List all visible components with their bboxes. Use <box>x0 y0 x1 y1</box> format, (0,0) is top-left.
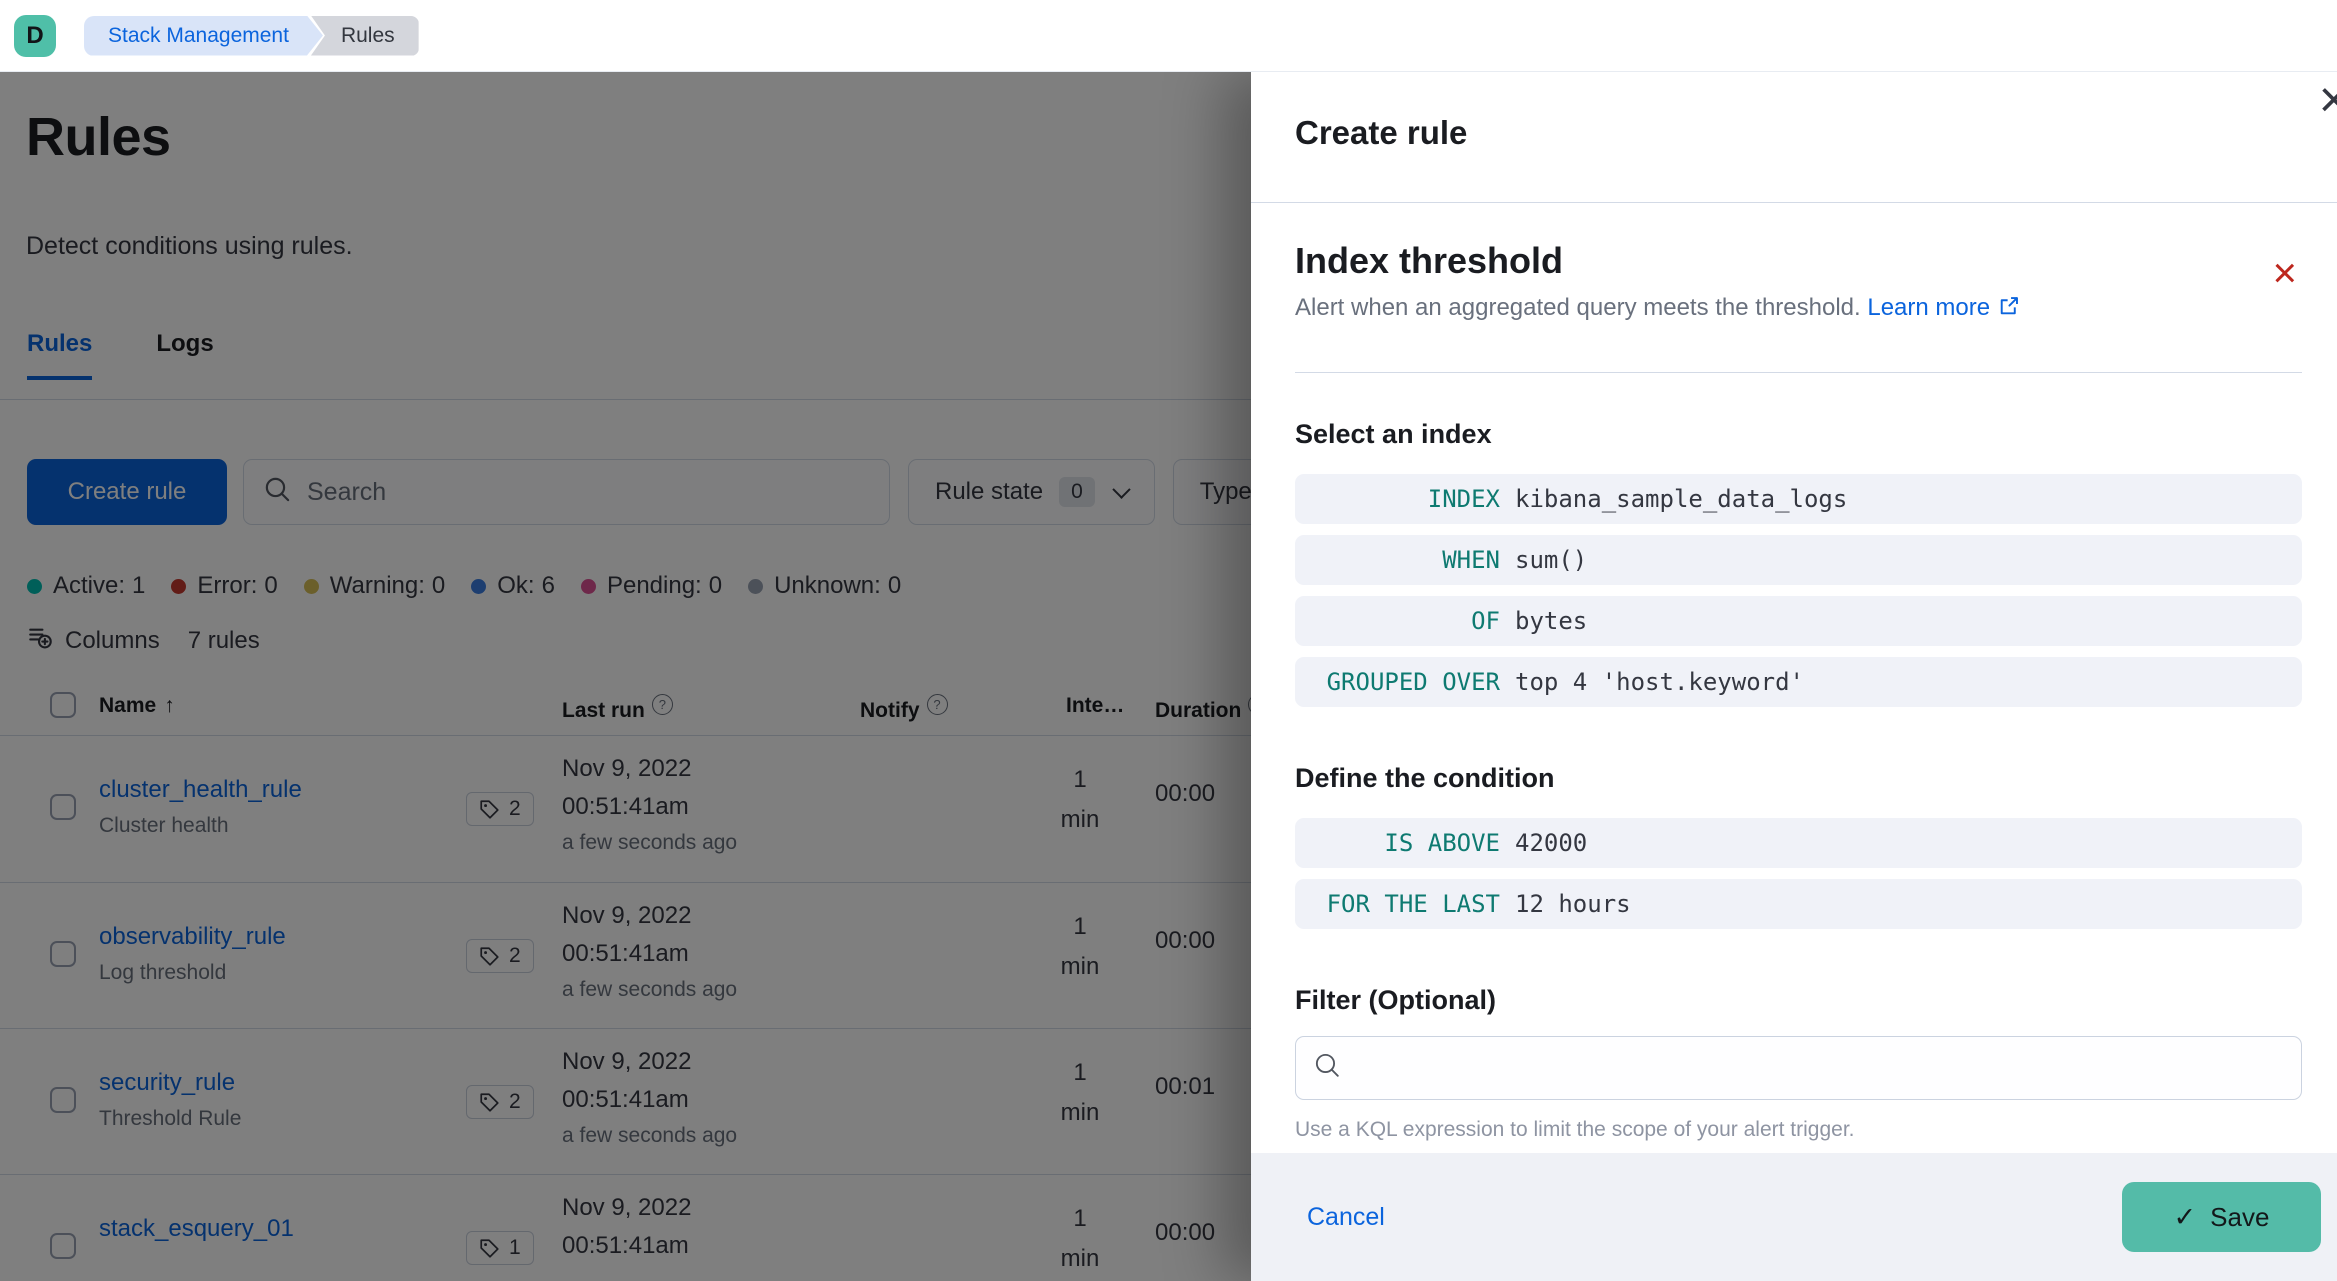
flyout-footer: Cancel ✓ Save <box>1251 1153 2337 1281</box>
check-icon: ✓ <box>2173 1201 2197 1232</box>
learn-more-link[interactable]: Learn more <box>1867 294 2020 321</box>
top-header: D Stack Management Rules <box>0 0 2337 72</box>
breadcrumb-stack-management[interactable]: Stack Management <box>84 16 323 56</box>
breadcrumb-rules: Rules <box>310 15 419 56</box>
select-index-heading: Select an index <box>1295 419 1492 449</box>
expression-when[interactable]: WHEN sum() <box>1295 535 2302 585</box>
kql-filter-input[interactable] <box>1295 1036 2302 1100</box>
condition-expression-list: IS ABOVE 42000 FOR THE LAST 12 hours <box>1295 818 2302 929</box>
rule-type-title: Index threshold <box>1295 240 1564 281</box>
flyout-close-button[interactable]: × <box>2319 74 2337 126</box>
expression-time-window[interactable]: FOR THE LAST 12 hours <box>1295 879 2302 929</box>
expression-threshold[interactable]: IS ABOVE 42000 <box>1295 818 2302 868</box>
flyout-header: Create rule <box>1251 72 2337 203</box>
filter-heading: Filter (Optional) <box>1295 985 1496 1015</box>
section-divider <box>1295 372 2302 373</box>
expression-index[interactable]: INDEX kibana_sample_data_logs <box>1295 474 2302 524</box>
expression-of[interactable]: OF bytes <box>1295 596 2302 646</box>
external-link-icon <box>1998 296 2020 323</box>
space-avatar[interactable]: D <box>14 14 56 57</box>
avatar-initial: D <box>26 21 44 49</box>
search-icon <box>1314 1052 1341 1084</box>
expression-grouped-over[interactable]: GROUPED OVER top 4 'host.keyword' <box>1295 657 2302 707</box>
index-expression-list: INDEX kibana_sample_data_logs WHEN sum() O… <box>1295 474 2302 707</box>
flyout-body: Index threshold × Alert when an aggregat… <box>1251 204 2337 1153</box>
create-rule-flyout: × Create rule Index threshold × Alert wh… <box>1251 72 2337 1281</box>
rule-type-description: Alert when an aggregated query meets the… <box>1295 294 2302 324</box>
define-condition-heading: Define the condition <box>1295 763 1555 793</box>
filter-help-text: Use a KQL expression to limit the scope … <box>1295 1118 1855 1141</box>
flyout-title: Create rule <box>1295 114 1468 151</box>
kibana-rules-page: D Stack Management Rules Rules Detect co… <box>0 0 2337 1281</box>
save-button[interactable]: ✓ Save <box>2122 1182 2321 1252</box>
breadcrumb: Stack Management Rules <box>84 15 419 56</box>
cancel-button[interactable]: Cancel <box>1307 1203 1385 1232</box>
remove-rule-type-button[interactable]: × <box>2272 252 2297 294</box>
